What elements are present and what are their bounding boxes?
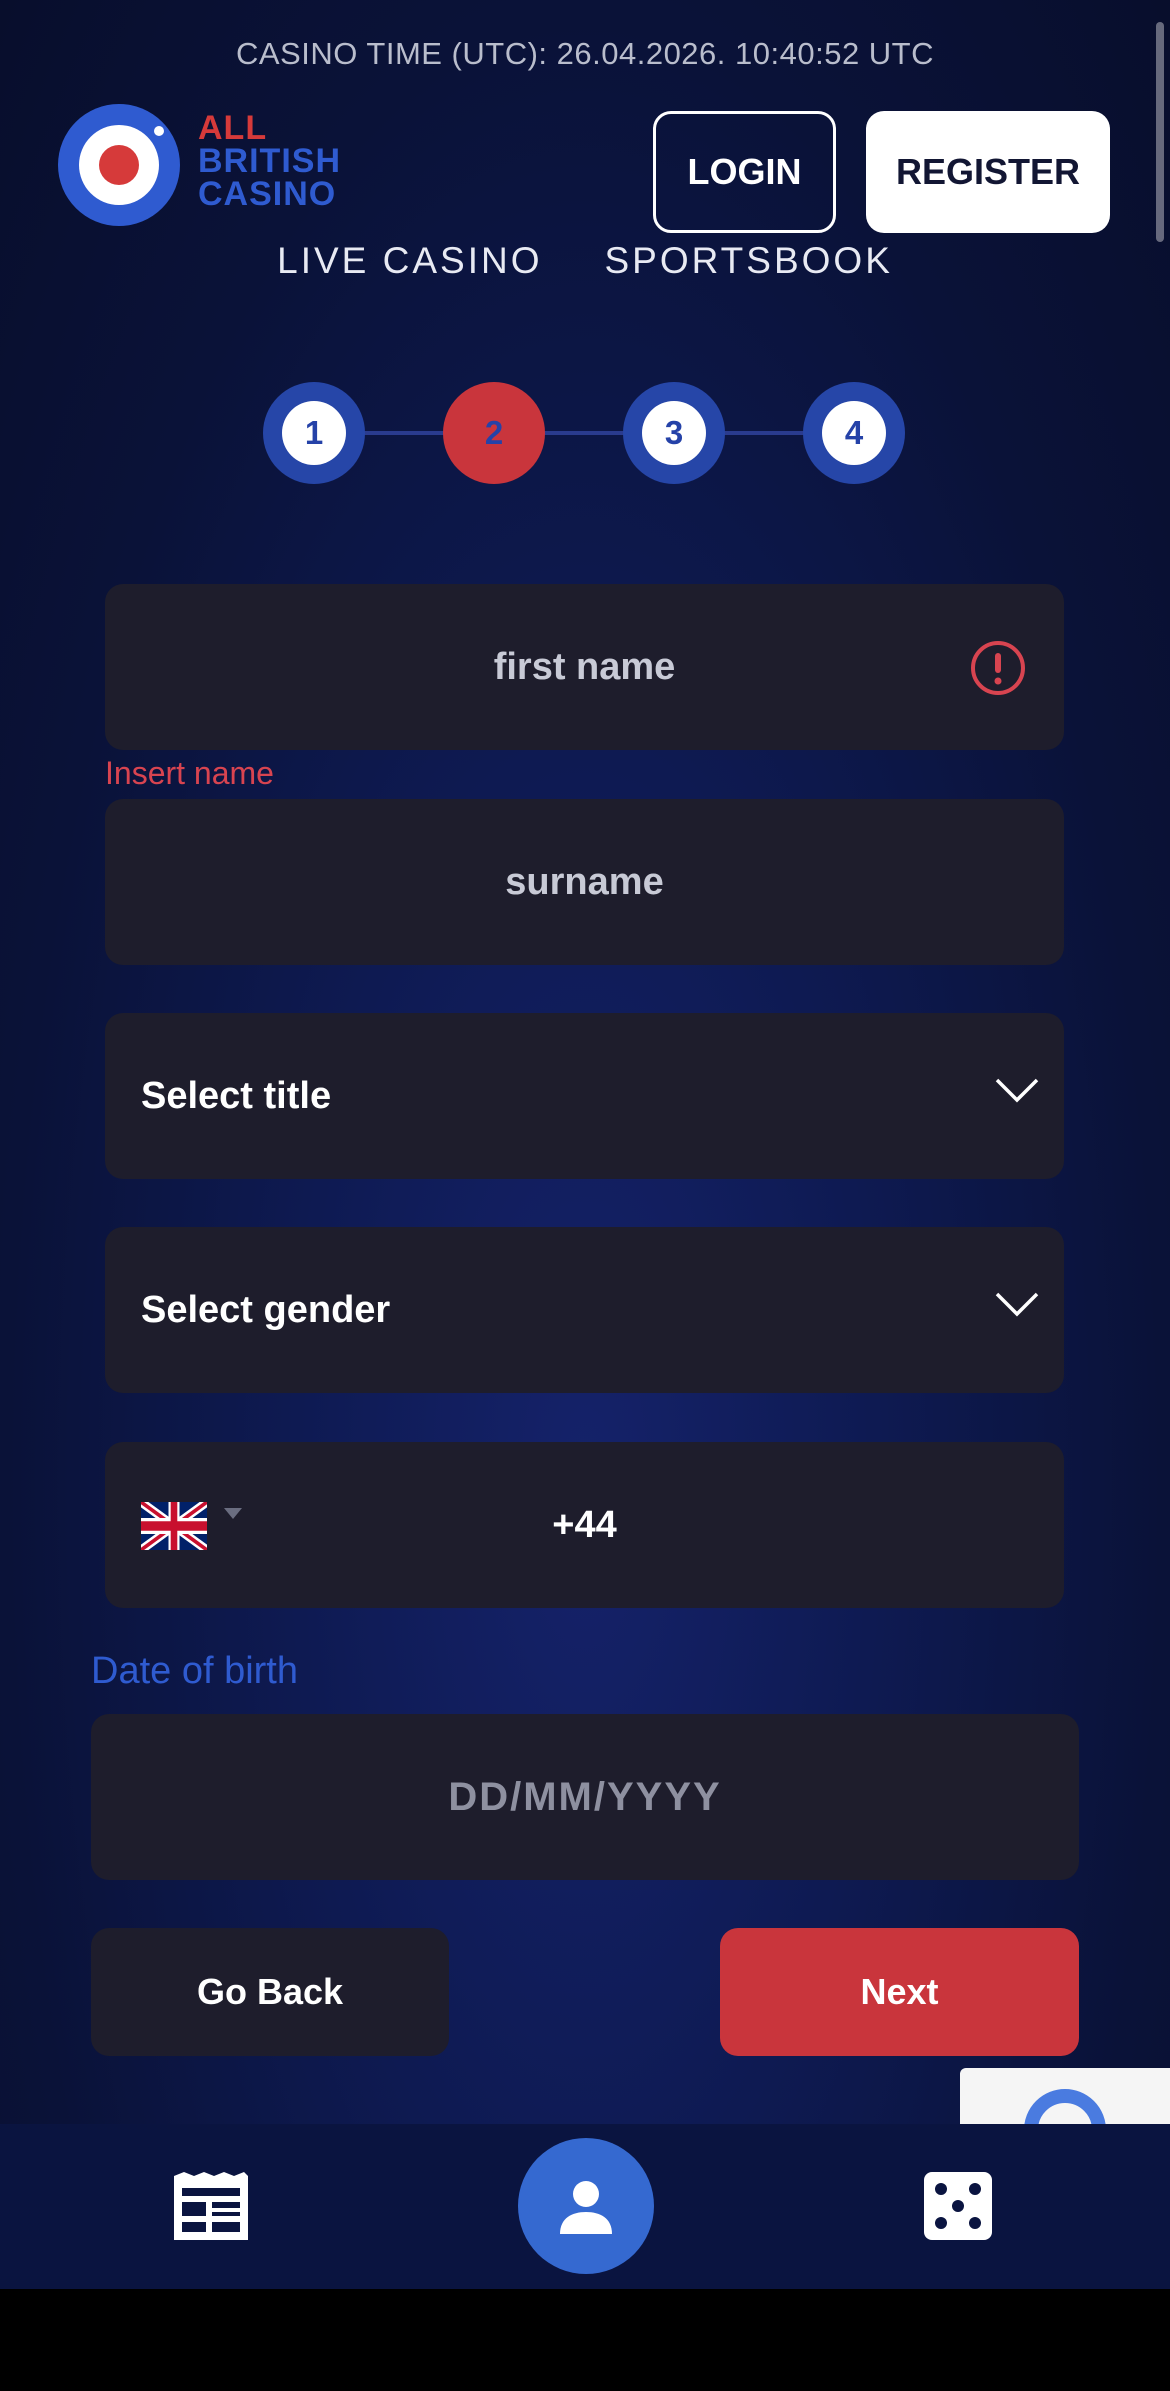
logo-line-1: ALL	[198, 109, 268, 147]
recaptcha-badge[interactable]	[960, 2068, 1170, 2124]
chevron-down-icon	[995, 1292, 1039, 1317]
step-3-label: 3	[642, 401, 706, 465]
uk-flag-icon[interactable]	[141, 1502, 207, 1550]
recaptcha-icon	[1024, 2089, 1106, 2124]
logo[interactable]: ALL BRITISH CASINO	[58, 104, 368, 226]
profile-button[interactable]	[518, 2138, 654, 2274]
chevron-down-icon	[995, 1078, 1039, 1103]
dob-placeholder: DD/MM/YYYY	[448, 1774, 722, 1819]
step-3: 3	[623, 382, 725, 484]
country-caret-icon[interactable]	[224, 1508, 242, 1519]
step-1-label: 1	[282, 401, 346, 465]
next-button[interactable]: Next	[720, 1928, 1079, 2056]
newspaper-icon[interactable]	[172, 2172, 250, 2242]
first-name-error: Insert name	[105, 755, 274, 791]
logo-text: ALL BRITISH CASINO	[198, 109, 341, 213]
register-button[interactable]: REGISTER	[866, 111, 1110, 233]
nav-sportsbook[interactable]: SPORTSBOOK	[604, 240, 892, 282]
stepper-line	[313, 431, 856, 435]
user-icon	[560, 2181, 612, 2234]
surname-placeholder: surname	[505, 860, 664, 903]
dob-label: Date of birth	[91, 1650, 298, 1692]
gender-select[interactable]: Select gender	[105, 1227, 1064, 1393]
step-4-label: 4	[822, 401, 886, 465]
step-4: 4	[803, 382, 905, 484]
first-name-placeholder: first name	[493, 645, 676, 688]
top-nav: LIVE CASINO SPORTSBOOK	[0, 240, 1170, 282]
casino-time: CASINO TIME (UTC): 26.04.2026. 10:40:52 …	[235, 36, 935, 71]
title-select[interactable]: Select title	[105, 1013, 1064, 1179]
roundel-icon	[58, 104, 180, 226]
go-back-button[interactable]: Go Back	[91, 1928, 449, 2056]
dice-icon[interactable]	[924, 2172, 992, 2240]
error-icon	[971, 641, 1025, 695]
surname-field[interactable]: surname	[105, 799, 1064, 965]
bottom-nav	[0, 2124, 1170, 2289]
step-2-label: 2	[484, 414, 504, 451]
step-2: 2	[443, 382, 545, 484]
logo-line-3: CASINO	[198, 175, 337, 213]
step-1: 1	[263, 382, 365, 484]
registration-page: CASINO TIME (UTC): 26.04.2026. 10:40:52 …	[0, 0, 1170, 2124]
phone-field[interactable]: +44	[105, 1442, 1064, 1608]
registration-stepper: 1 2 3 4	[263, 382, 906, 484]
dob-input[interactable]: DD/MM/YYYY	[91, 1714, 1079, 1880]
title-select-value: Select title	[141, 1074, 332, 1117]
gender-select-value: Select gender	[141, 1288, 391, 1331]
logo-line-2: BRITISH	[198, 142, 341, 180]
first-name-field[interactable]: first name	[105, 584, 1064, 750]
nav-live-casino[interactable]: LIVE CASINO	[277, 240, 542, 282]
login-button[interactable]: LOGIN	[653, 111, 836, 233]
phone-prefix: +44	[552, 1503, 617, 1546]
